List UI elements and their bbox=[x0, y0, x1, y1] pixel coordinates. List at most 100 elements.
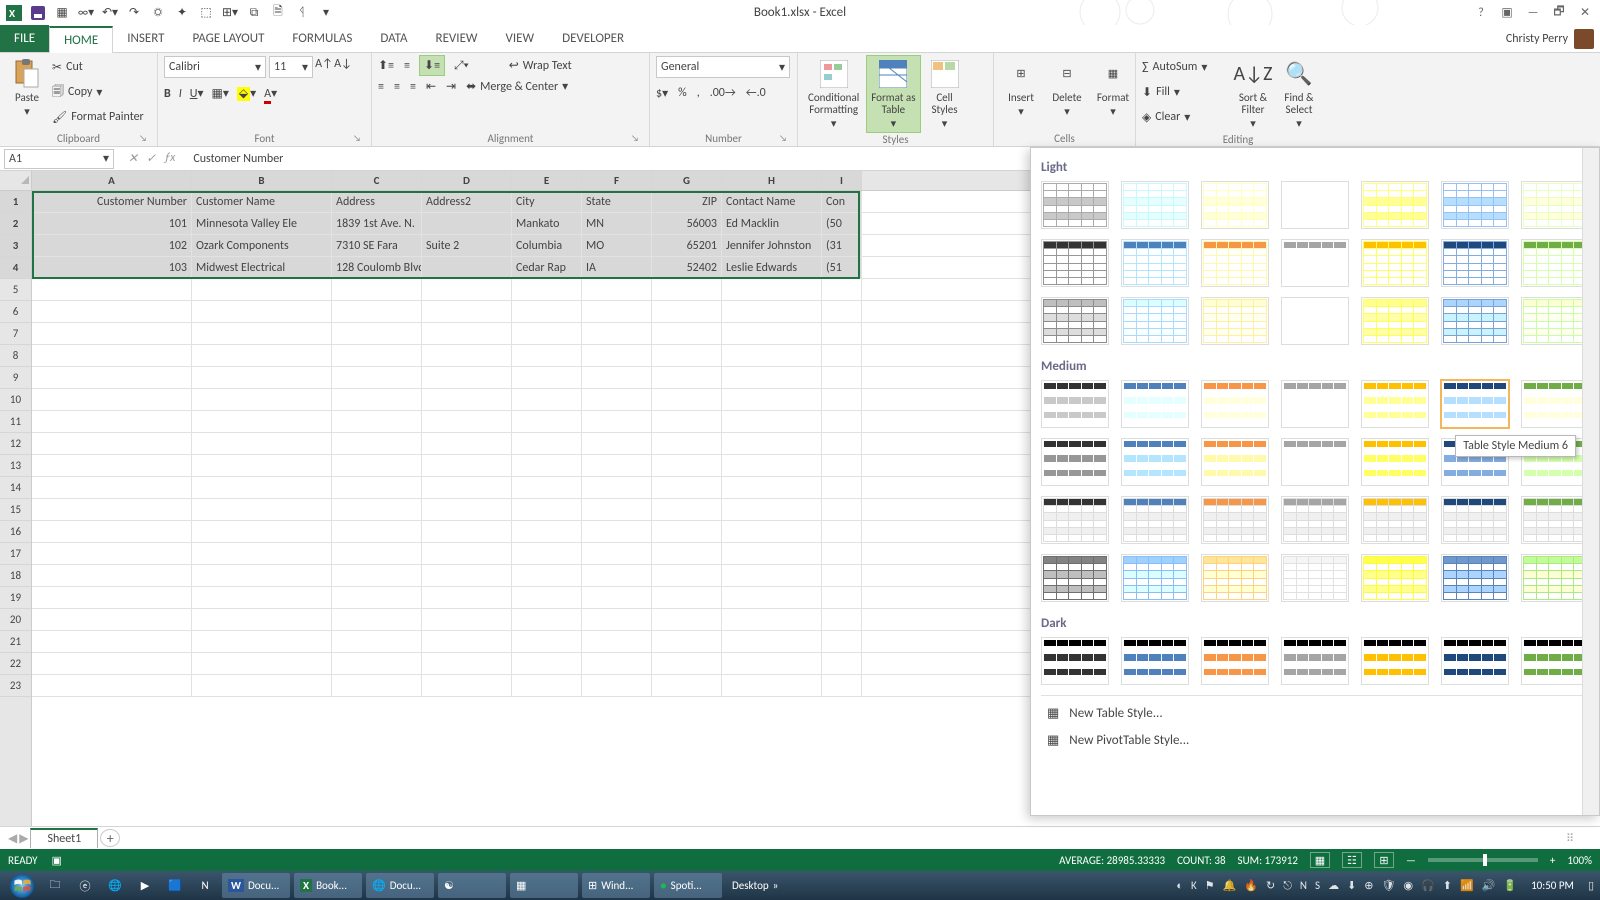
tray-icon[interactable]: K bbox=[1191, 879, 1197, 892]
cell[interactable] bbox=[512, 499, 582, 520]
row-header[interactable]: 1 bbox=[0, 191, 31, 213]
cell[interactable] bbox=[582, 323, 652, 344]
sheet-nav-prev-icon[interactable]: ◀ bbox=[8, 831, 17, 846]
table-style-swatch[interactable] bbox=[1521, 297, 1589, 345]
taskbar-pin-icon[interactable]: 🗀 bbox=[42, 873, 68, 898]
cell[interactable] bbox=[422, 543, 512, 564]
cell[interactable]: Address bbox=[332, 191, 422, 212]
cell[interactable] bbox=[332, 587, 422, 608]
row-header[interactable]: 12 bbox=[0, 433, 31, 455]
align-middle-icon[interactable]: ≡ bbox=[404, 59, 410, 73]
cell[interactable] bbox=[422, 279, 512, 300]
cell[interactable] bbox=[332, 345, 422, 366]
fill-button[interactable]: ⬇Fill ▾ bbox=[1142, 81, 1228, 103]
cell[interactable] bbox=[652, 279, 722, 300]
cell[interactable]: State bbox=[582, 191, 652, 212]
cell[interactable]: 52402 bbox=[652, 257, 722, 278]
cell[interactable] bbox=[582, 587, 652, 608]
cell[interactable]: MN bbox=[582, 213, 652, 234]
cell[interactable] bbox=[722, 367, 822, 388]
cell[interactable] bbox=[192, 301, 332, 322]
sheet-nav-next-icon[interactable]: ▶ bbox=[19, 831, 28, 846]
cell[interactable] bbox=[32, 345, 192, 366]
cell[interactable] bbox=[582, 565, 652, 586]
tray-icon[interactable]: ⚑ bbox=[1205, 879, 1215, 892]
cell[interactable] bbox=[512, 675, 582, 696]
table-style-swatch[interactable] bbox=[1281, 297, 1349, 345]
cell[interactable] bbox=[822, 521, 862, 542]
table-style-swatch[interactable] bbox=[1441, 637, 1509, 685]
cell[interactable]: Ozark Components bbox=[192, 235, 332, 256]
cell[interactable] bbox=[822, 411, 862, 432]
conditional-formatting-button[interactable]: Conditional Formatting▾ bbox=[804, 56, 863, 132]
cell[interactable]: 1839 1st Ave. N. bbox=[332, 213, 422, 234]
borders-button[interactable]: ▦▾ bbox=[212, 86, 229, 101]
taskbar-pin-icon[interactable]: N bbox=[192, 873, 218, 898]
cell[interactable]: Jennifer Johnston bbox=[722, 235, 822, 256]
cell[interactable] bbox=[512, 301, 582, 322]
row-header[interactable]: 4 bbox=[0, 257, 31, 279]
cell[interactable] bbox=[422, 301, 512, 322]
row-header[interactable]: 17 bbox=[0, 543, 31, 565]
row-header[interactable]: 2 bbox=[0, 213, 31, 235]
cell[interactable] bbox=[582, 631, 652, 652]
macro-record-icon[interactable]: ▣ bbox=[52, 854, 62, 867]
cell[interactable]: Leslie Edwards bbox=[722, 257, 822, 278]
cell[interactable] bbox=[512, 279, 582, 300]
add-sheet-button[interactable]: + bbox=[100, 829, 120, 847]
decrease-font-icon[interactable]: A↓ bbox=[335, 56, 351, 72]
cell[interactable] bbox=[512, 565, 582, 586]
cell[interactable] bbox=[722, 565, 822, 586]
cell[interactable] bbox=[332, 675, 422, 696]
cell[interactable] bbox=[192, 653, 332, 674]
row-header[interactable]: 13 bbox=[0, 455, 31, 477]
row-header[interactable]: 16 bbox=[0, 521, 31, 543]
align-left-icon[interactable]: ≡ bbox=[378, 80, 384, 94]
table-style-swatch[interactable] bbox=[1441, 239, 1509, 287]
column-header[interactable]: A bbox=[32, 171, 192, 190]
tab-formulas[interactable]: FORMULAS bbox=[278, 25, 366, 52]
cell[interactable] bbox=[192, 587, 332, 608]
row-header[interactable]: 9 bbox=[0, 367, 31, 389]
cell[interactable] bbox=[32, 631, 192, 652]
page-break-view-icon[interactable]: ⊞ bbox=[1374, 852, 1394, 868]
name-box[interactable]: A1▾ bbox=[4, 149, 114, 169]
tab-home[interactable]: HOME bbox=[49, 26, 113, 53]
cell[interactable] bbox=[652, 499, 722, 520]
cell[interactable]: 65201 bbox=[652, 235, 722, 256]
zoom-in-icon[interactable]: + bbox=[1550, 854, 1555, 867]
cell[interactable] bbox=[652, 609, 722, 630]
tab-file[interactable]: FILE bbox=[0, 25, 49, 52]
table-style-swatch[interactable] bbox=[1201, 239, 1269, 287]
row-header[interactable]: 3 bbox=[0, 235, 31, 257]
tray-icon[interactable]: ⎋ bbox=[1283, 879, 1292, 893]
cell[interactable] bbox=[422, 411, 512, 432]
cell-styles-button[interactable]: Cell Styles▾ bbox=[924, 56, 966, 132]
cell[interactable] bbox=[332, 521, 422, 542]
cell[interactable] bbox=[32, 477, 192, 498]
cell[interactable] bbox=[32, 455, 192, 476]
row-header[interactable]: 19 bbox=[0, 587, 31, 609]
table-style-swatch[interactable] bbox=[1361, 496, 1429, 544]
cell[interactable] bbox=[652, 301, 722, 322]
row-header[interactable]: 23 bbox=[0, 675, 31, 697]
tray-icon[interactable]: ◐ bbox=[1176, 879, 1183, 892]
cell[interactable]: Con bbox=[822, 191, 862, 212]
row-header[interactable]: 22 bbox=[0, 653, 31, 675]
cell[interactable] bbox=[422, 477, 512, 498]
cell[interactable] bbox=[192, 411, 332, 432]
font-name-input[interactable]: Calibri▾ bbox=[164, 56, 266, 78]
fx-icon[interactable]: ƒx bbox=[164, 151, 175, 166]
cell[interactable] bbox=[332, 433, 422, 454]
cell[interactable] bbox=[192, 499, 332, 520]
table-style-swatch[interactable] bbox=[1201, 554, 1269, 602]
table-style-swatch[interactable] bbox=[1201, 297, 1269, 345]
cell[interactable] bbox=[822, 499, 862, 520]
cell[interactable] bbox=[722, 609, 822, 630]
row-header[interactable]: 20 bbox=[0, 609, 31, 631]
bold-button[interactable]: B bbox=[164, 87, 171, 101]
cell[interactable] bbox=[332, 389, 422, 410]
cell[interactable] bbox=[32, 565, 192, 586]
cell[interactable] bbox=[422, 389, 512, 410]
cell[interactable] bbox=[192, 345, 332, 366]
